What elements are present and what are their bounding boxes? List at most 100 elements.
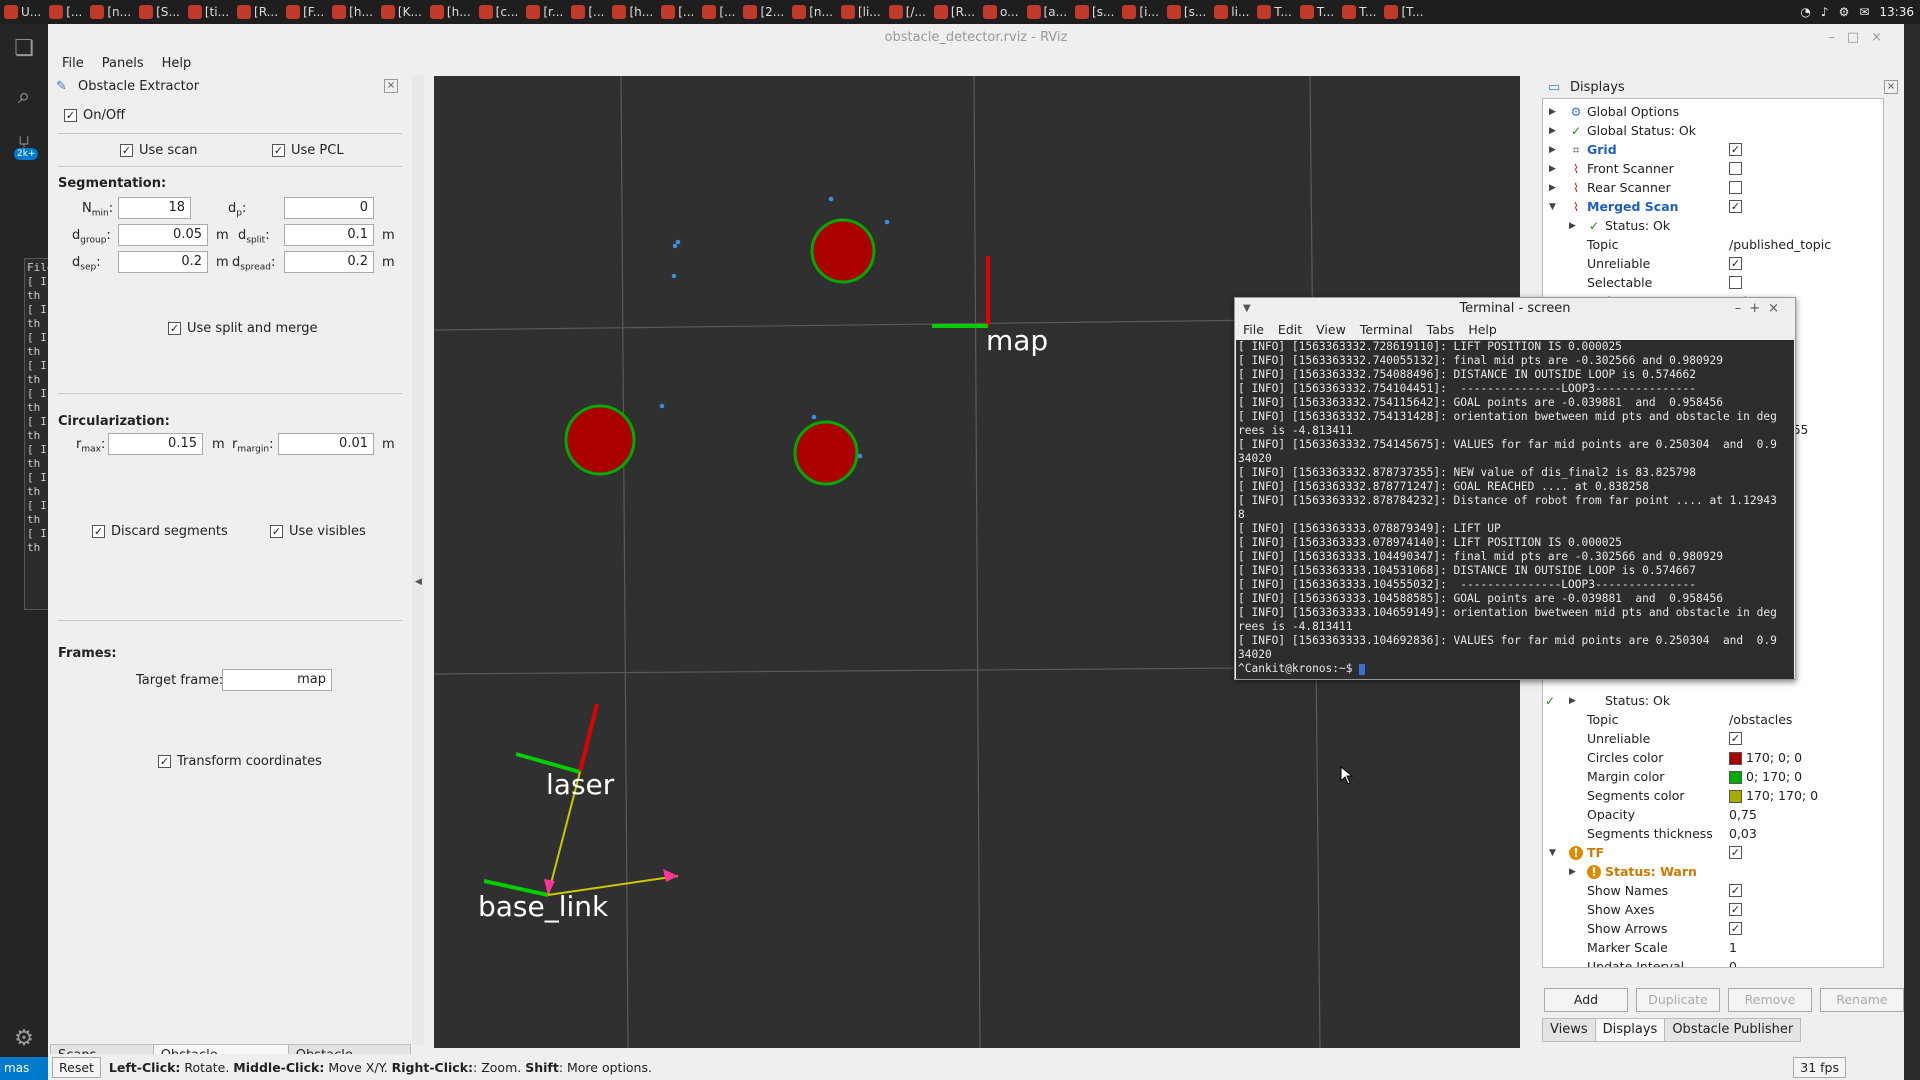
expand-arrow-icon[interactable]: ▶ bbox=[1569, 221, 1576, 231]
r-margin-input[interactable]: 0.01 bbox=[278, 433, 374, 455]
row-checkbox[interactable]: ✓ bbox=[1729, 257, 1742, 270]
terminal-menu-edit[interactable]: Edit bbox=[1278, 322, 1302, 337]
taskbar-item[interactable]: T... bbox=[1342, 0, 1376, 24]
rename-button[interactable]: Rename bbox=[1820, 988, 1904, 1012]
terminal-menu-tabs[interactable]: Tabs bbox=[1427, 322, 1455, 337]
taskbar-item[interactable]: [K... bbox=[380, 0, 422, 24]
window-controls[interactable]: –+× bbox=[1735, 298, 1787, 320]
add-button[interactable]: Add bbox=[1544, 988, 1628, 1012]
tree-row[interactable]: Show Arrows ✓ bbox=[1543, 919, 1883, 938]
files-icon[interactable]: ❏ bbox=[0, 24, 48, 72]
taskbar-item[interactable]: o... bbox=[982, 0, 1019, 24]
d-sep-input[interactable]: 0.2 bbox=[118, 251, 208, 273]
terminal-menu-terminal[interactable]: Terminal bbox=[1360, 322, 1413, 337]
expand-arrow-icon[interactable]: ▶ bbox=[1549, 126, 1556, 136]
terminal-output[interactable]: [ INFO] [1563363332.728619110]: LIFT POS… bbox=[1236, 340, 1794, 679]
row-value[interactable]: 0 bbox=[1729, 959, 1737, 967]
tree-row[interactable]: Segments color 170; 170; 0 bbox=[1543, 786, 1883, 805]
discard-segments-checkbox[interactable]: ✓ Discard segments bbox=[92, 524, 228, 539]
window-controls[interactable]: –□× bbox=[1828, 24, 1894, 52]
tree-row[interactable]: ▶ ⌇ Rear Scanner bbox=[1543, 178, 1883, 197]
row-value[interactable]: /obstacles bbox=[1729, 712, 1792, 727]
use-scan-checkbox[interactable]: ✓ Use scan bbox=[120, 143, 198, 158]
row-value[interactable]: 0,75 bbox=[1729, 807, 1757, 822]
tree-row[interactable]: ▼! TF ✓ bbox=[1543, 843, 1883, 862]
taskbar-item[interactable]: [c... bbox=[478, 0, 518, 24]
collapse-arrow-icon[interactable]: ◀ bbox=[415, 577, 422, 587]
taskbar-item[interactable]: [... bbox=[702, 0, 735, 24]
terminal-menu-help[interactable]: Help bbox=[1468, 322, 1497, 337]
row-checkbox[interactable]: ✓ bbox=[1729, 143, 1742, 156]
taskbar-item[interactable]: [i... bbox=[1122, 0, 1159, 24]
settings-icon[interactable]: ⚙ bbox=[1839, 5, 1850, 19]
tree-row[interactable]: Selectable bbox=[1543, 273, 1883, 292]
taskbar-item[interactable]: [ti... bbox=[187, 0, 229, 24]
d-group-input[interactable]: 0.05 bbox=[118, 224, 208, 246]
taskbar-item[interactable]: T... bbox=[1257, 0, 1292, 24]
taskbar-item[interactable]: [a... bbox=[1026, 0, 1067, 24]
collapse-arrow-icon[interactable]: ▼ bbox=[1549, 848, 1556, 858]
taskbar-item[interactable]: [h... bbox=[429, 0, 471, 24]
taskbar-item[interactable]: [n... bbox=[90, 0, 131, 24]
wifi-icon[interactable]: ◔ bbox=[1800, 5, 1810, 19]
mail-icon[interactable]: ✉ bbox=[1859, 5, 1869, 19]
row-checkbox[interactable]: ✓ bbox=[1729, 846, 1742, 859]
taskbar-item[interactable]: [... bbox=[49, 0, 82, 24]
n-min-input[interactable]: 18 bbox=[118, 197, 191, 219]
row-value[interactable]: 170; 0; 0 bbox=[1729, 750, 1802, 765]
row-checkbox[interactable]: ✓ bbox=[1729, 200, 1742, 213]
menu-panels[interactable]: Panels bbox=[102, 56, 144, 71]
taskbar-item[interactable]: T... bbox=[1299, 0, 1334, 24]
expand-arrow-icon[interactable]: ▶ bbox=[1549, 107, 1556, 117]
search-icon[interactable]: ⌕ bbox=[0, 72, 48, 120]
tree-row[interactable]: Margin color 0; 170; 0 bbox=[1543, 767, 1883, 786]
tree-row[interactable]: ▶ ✓ Global Status: Ok bbox=[1543, 121, 1883, 140]
gear-icon[interactable]: ⚙ bbox=[0, 1014, 48, 1062]
target-frame-input[interactable]: map bbox=[222, 669, 332, 691]
taskbar-item[interactable]: [n... bbox=[792, 0, 833, 24]
tree-row[interactable]: Show Names ✓ bbox=[1543, 881, 1883, 900]
tree-row[interactable]: Unreliable ✓ bbox=[1543, 254, 1883, 273]
tree-row[interactable]: ▶ ⌗ Grid ✓ bbox=[1543, 140, 1883, 159]
taskbar-item[interactable]: [r... bbox=[526, 0, 563, 24]
terminal-menu-file[interactable]: File bbox=[1243, 322, 1264, 337]
tab-obstacle-publisher[interactable]: Obstacle Publisher bbox=[1664, 1018, 1802, 1042]
row-checkbox[interactable] bbox=[1729, 276, 1742, 289]
taskbar-item[interactable]: [S... bbox=[139, 0, 180, 24]
close-icon[interactable]: × bbox=[1884, 80, 1898, 94]
expand-arrow-icon[interactable]: ▶ bbox=[1569, 696, 1576, 706]
tree-row[interactable]: ▶ ✓ Status: Ok bbox=[1543, 691, 1883, 710]
tree-row[interactable]: Unreliable ✓ bbox=[1543, 729, 1883, 748]
taskbar-item[interactable]: [s... bbox=[1166, 0, 1206, 24]
collapse-arrow-icon[interactable]: ▼ bbox=[1549, 202, 1556, 212]
row-value[interactable]: 170; 170; 0 bbox=[1729, 788, 1818, 803]
d-p-input[interactable]: 0 bbox=[284, 197, 374, 219]
d-spread-input[interactable]: 0.2 bbox=[284, 251, 374, 273]
tree-row[interactable]: ▶ ⌇ Front Scanner bbox=[1543, 159, 1883, 178]
on-off-checkbox[interactable]: ✓ On/Off bbox=[64, 108, 125, 123]
clock[interactable]: 13:36 bbox=[1879, 5, 1914, 19]
volume-icon[interactable]: ♪ bbox=[1821, 5, 1829, 19]
source-control-icon[interactable]: ⑂ bbox=[0, 120, 48, 168]
vscode-branch-status[interactable]: mas bbox=[0, 1057, 48, 1080]
transform-coordinates-checkbox[interactable]: ✓ Transform coordinates bbox=[158, 754, 322, 769]
tree-row[interactable]: ▼ ⌇ Merged Scan ✓ bbox=[1543, 197, 1883, 216]
taskbar-item[interactable]: [R... bbox=[933, 0, 975, 24]
row-checkbox[interactable]: ✓ bbox=[1729, 884, 1742, 897]
row-checkbox[interactable] bbox=[1729, 181, 1742, 194]
tree-row[interactable]: Update Interval 0 bbox=[1543, 957, 1883, 967]
expand-arrow-icon[interactable]: ▶ bbox=[1549, 183, 1556, 193]
expand-arrow-icon[interactable]: ▶ bbox=[1549, 164, 1556, 174]
taskbar-item[interactable]: [R... bbox=[237, 0, 278, 24]
taskbar-item[interactable]: [T... bbox=[1384, 0, 1424, 24]
row-checkbox[interactable] bbox=[1729, 162, 1742, 175]
taskbar-item[interactable]: [F... bbox=[286, 0, 324, 24]
tree-row[interactable]: Topic/published_topic bbox=[1543, 235, 1883, 254]
close-icon[interactable]: × bbox=[384, 79, 398, 93]
row-checkbox[interactable]: ✓ bbox=[1729, 922, 1742, 935]
tab-displays[interactable]: Displays bbox=[1594, 1018, 1666, 1042]
d-split-input[interactable]: 0.1 bbox=[284, 224, 374, 246]
terminal-menu-view[interactable]: View bbox=[1316, 322, 1346, 337]
panel-splitter[interactable]: ◀ bbox=[412, 75, 424, 1045]
taskbar-item[interactable]: [h... bbox=[612, 0, 653, 24]
